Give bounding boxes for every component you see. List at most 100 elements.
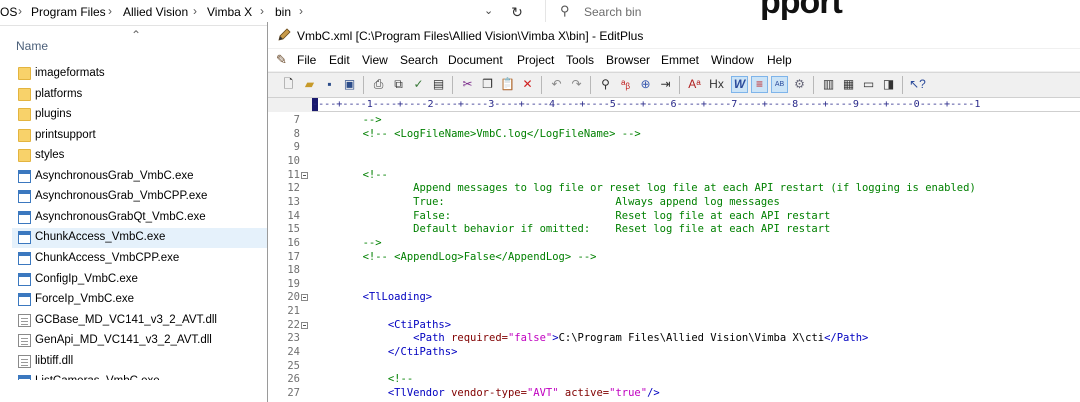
file-name: ConfigIp_VmbC.exe bbox=[35, 272, 138, 285]
help-icon[interactable]: ↖? bbox=[909, 76, 926, 93]
file-name: imageformats bbox=[35, 67, 105, 79]
line-number: 7 bbox=[293, 114, 300, 126]
code-token: Append messages to log file or reset log… bbox=[312, 182, 976, 195]
file-row[interactable]: plugins bbox=[12, 105, 267, 125]
cliptext-window-icon[interactable]: ▥ bbox=[820, 76, 837, 93]
find-in-files-icon[interactable]: ⊕ bbox=[637, 76, 654, 93]
print-icon[interactable]: ⎙ bbox=[370, 76, 387, 93]
paste-icon[interactable]: 📋 bbox=[499, 76, 516, 93]
code-token: --> bbox=[312, 236, 382, 249]
copy-icon[interactable]: ❐ bbox=[479, 76, 496, 93]
file-list: imageformats platforms plugins printsupport… bbox=[0, 0, 267, 380]
save-all-icon[interactable]: ▣ bbox=[341, 76, 358, 93]
file-row[interactable]: platforms bbox=[12, 85, 267, 105]
new-file-icon[interactable]: 🗋 bbox=[280, 76, 297, 93]
open-folder-icon[interactable]: ▰ bbox=[301, 76, 318, 93]
menu-tools[interactable]: Tools bbox=[566, 53, 594, 67]
find-icon[interactable]: ⚲ bbox=[597, 76, 614, 93]
editplus-app-icon bbox=[278, 28, 291, 41]
code-token: required= bbox=[451, 332, 508, 345]
line-number: 11 bbox=[287, 168, 300, 181]
print-preview-icon[interactable]: ⧉ bbox=[390, 76, 407, 93]
menu-view[interactable]: View bbox=[362, 53, 388, 67]
file-row[interactable]: AsynchronousGrab_VmbC.exe bbox=[12, 167, 267, 187]
file-row[interactable]: ConfigIp_VmbC.exe bbox=[12, 270, 267, 290]
code-token: <TlLoading> bbox=[312, 291, 433, 304]
menu-window[interactable]: Window bbox=[711, 53, 754, 67]
file-row[interactable]: ForceIp_VmbC.exe bbox=[12, 290, 267, 310]
file-row[interactable]: GenApi_MD_VC141_v3_2_AVT.dll bbox=[12, 331, 267, 351]
title-bar[interactable]: VmbC.xml [C:\Program Files\Allied Vision… bbox=[268, 22, 1080, 48]
file-row[interactable]: ChunkAccess_VmbC.exe bbox=[12, 228, 267, 249]
line-number: 9 bbox=[293, 141, 300, 154]
line-number: 13 bbox=[287, 195, 300, 208]
font-icon[interactable]: Aᵃ bbox=[686, 76, 703, 93]
file-row[interactable]: ChunkAccess_VmbCPP.exe bbox=[12, 249, 267, 269]
settings-gear-icon[interactable]: ⚙ bbox=[791, 76, 808, 93]
browser-window-icon[interactable]: ◨ bbox=[880, 76, 897, 93]
line-number-toggle-icon[interactable]: AB bbox=[771, 76, 788, 93]
file-row[interactable]: libtiff.dll bbox=[12, 352, 267, 372]
code-line: --> bbox=[312, 237, 382, 250]
cut-icon[interactable]: ✂ bbox=[459, 76, 476, 93]
search-input[interactable]: Search bin bbox=[584, 5, 641, 19]
breadcrumb-item[interactable]: bin bbox=[275, 5, 291, 19]
code-editor[interactable]: --> <!-- <LogFileName>VmbC.log</LogFileN… bbox=[312, 112, 1080, 402]
word-wrap-icon[interactable]: W bbox=[731, 76, 748, 93]
menu-emmet[interactable]: Emmet bbox=[661, 53, 699, 67]
undo-icon[interactable]: ↶ bbox=[548, 76, 565, 93]
column-ruler: ----+----1----+----2----+----3----+----4… bbox=[312, 98, 1080, 112]
folder-icon bbox=[18, 128, 31, 142]
fold-collapse-icon[interactable] bbox=[301, 171, 308, 179]
file-row[interactable]: AsynchronousGrabQt_VmbC.exe bbox=[12, 208, 267, 228]
fold-collapse-icon[interactable] bbox=[301, 294, 308, 302]
save-icon[interactable]: ▪ bbox=[321, 76, 338, 93]
search-icon: ⚲ bbox=[560, 3, 570, 18]
code-token: /> bbox=[647, 387, 660, 399]
code-line: <CtiPaths> bbox=[312, 319, 451, 332]
file-row[interactable]: printsupport bbox=[12, 126, 267, 146]
output-window-icon[interactable]: ▭ bbox=[860, 76, 877, 93]
file-name: platforms bbox=[35, 87, 83, 100]
menu-help[interactable]: Help bbox=[767, 53, 792, 67]
dll-file-icon bbox=[18, 354, 31, 368]
fold-collapse-icon[interactable] bbox=[301, 321, 308, 329]
file-name: AsynchronousGrabQt_VmbC.exe bbox=[35, 210, 206, 223]
replace-icon[interactable]: ᵃᵦ bbox=[617, 76, 634, 93]
application-icon bbox=[18, 190, 31, 204]
toolbar-separator bbox=[813, 76, 814, 94]
menu-edit[interactable]: Edit bbox=[329, 53, 350, 67]
file-row[interactable]: GCBase_MD_VC141_v3_2_AVT.dll bbox=[12, 311, 267, 331]
line-number: 27 bbox=[287, 387, 300, 399]
refresh-icon[interactable]: ↻ bbox=[507, 2, 527, 22]
chevron-down-icon[interactable]: ⌄ bbox=[484, 4, 493, 17]
code-token: </CtiPaths> bbox=[312, 346, 458, 359]
code-line: <!-- <LogFileName>VmbC.log</LogFileName>… bbox=[312, 128, 641, 141]
file-row[interactable]: styles bbox=[12, 146, 267, 166]
toolbar-separator bbox=[902, 76, 903, 94]
line-number: 8 bbox=[293, 127, 300, 140]
line-number: 10 bbox=[287, 154, 300, 167]
code-line: True: Always append log messages bbox=[312, 196, 780, 209]
file-row[interactable]: ListCameras_VmbC.exe bbox=[12, 372, 267, 380]
menu-search[interactable]: Search bbox=[400, 53, 438, 67]
hex-view-icon[interactable]: Hx bbox=[708, 76, 725, 93]
goto-line-icon[interactable]: ⇥ bbox=[657, 76, 674, 93]
file-name: ListCameras_VmbC.exe bbox=[35, 375, 160, 380]
code-line: Default behavior if omitted: Reset log f… bbox=[312, 223, 830, 236]
ruler-toggle-icon[interactable]: ≡ bbox=[751, 76, 768, 93]
properties-icon[interactable]: ▤ bbox=[430, 76, 447, 93]
background-window-heading: pport bbox=[760, 0, 843, 21]
menu-project[interactable]: Project bbox=[517, 53, 554, 67]
code-line: <!-- bbox=[312, 373, 413, 386]
directory-window-icon[interactable]: ▦ bbox=[840, 76, 857, 93]
menu-document[interactable]: Document bbox=[448, 53, 503, 67]
file-row[interactable]: imageformats bbox=[12, 64, 267, 84]
spell-check-icon[interactable]: ✓ bbox=[410, 76, 427, 93]
file-row[interactable]: AsynchronousGrab_VmbCPP.exe bbox=[12, 187, 267, 207]
menu-file[interactable]: File bbox=[297, 53, 316, 67]
delete-icon[interactable]: ✕ bbox=[519, 76, 536, 93]
menu-browser[interactable]: Browser bbox=[606, 53, 650, 67]
redo-icon[interactable]: ↷ bbox=[568, 76, 585, 93]
breadcrumb-separator-icon: › bbox=[299, 4, 303, 18]
